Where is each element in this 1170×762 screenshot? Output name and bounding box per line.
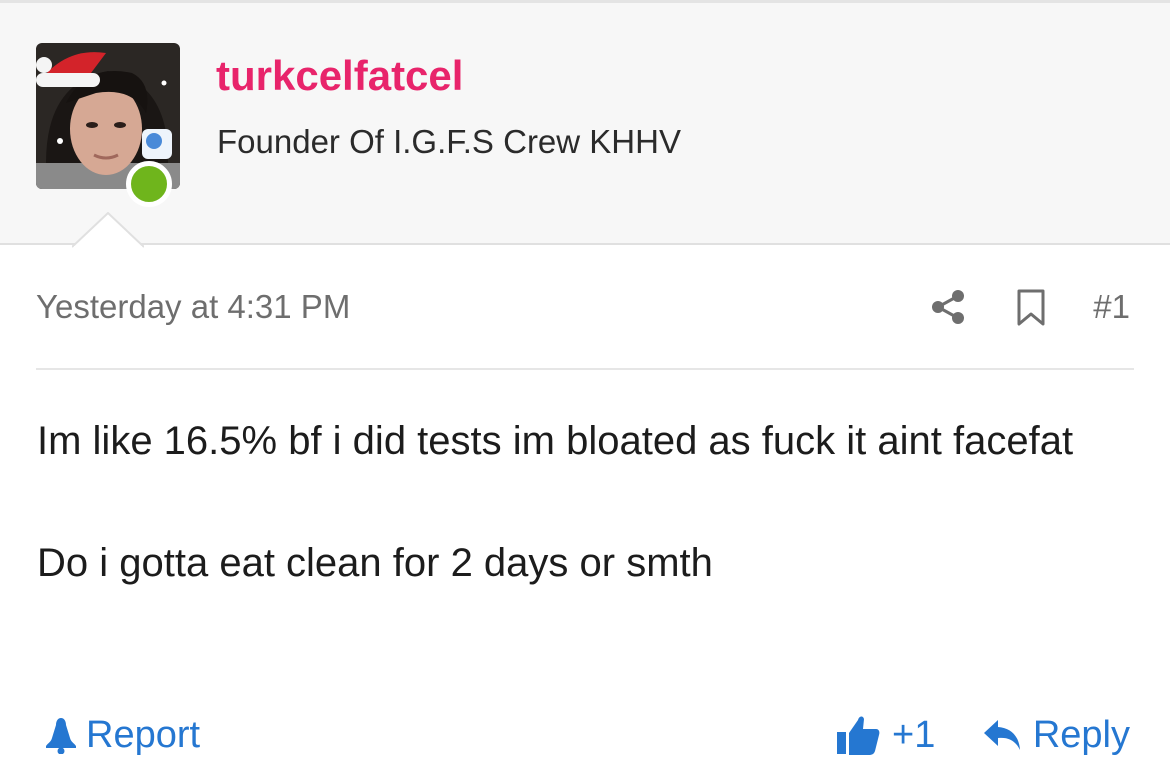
- report-label: Report: [86, 714, 201, 756]
- post-date[interactable]: Yesterday at 4:31 PM: [36, 287, 350, 327]
- share-icon[interactable]: [930, 289, 966, 325]
- post-paragraph: Im like 16.5% bf i did tests im bloated …: [37, 419, 1074, 463]
- online-status-indicator: [126, 161, 172, 207]
- post-number[interactable]: #1: [1093, 287, 1130, 327]
- report-button[interactable]: Report: [44, 712, 200, 758]
- thumbs-up-icon: [837, 716, 880, 755]
- post-paragraph: Do i gotta eat clean for 2 days or smth: [37, 541, 713, 585]
- user-header: turkcelfatcel Founder Of I.G.F.S Crew KH…: [0, 0, 1170, 245]
- warning-triangle-icon: [46, 718, 76, 754]
- reply-button[interactable]: Reply: [983, 712, 1130, 758]
- post-actions: Report +1 Reply: [36, 712, 1134, 762]
- like-button[interactable]: +1: [836, 712, 935, 758]
- post-body: Im like 16.5% bf i did tests im bloated …: [37, 411, 1127, 594]
- like-count: +1: [892, 714, 936, 756]
- divider: [36, 368, 1134, 370]
- post-meta: Yesterday at 4:31 PM #1: [36, 287, 1134, 331]
- user-title: Founder Of I.G.F.S Crew KHHV: [217, 123, 681, 160]
- bookmark-icon[interactable]: [1016, 289, 1046, 327]
- username[interactable]: turkcelfatcel: [216, 55, 463, 97]
- reply-label: Reply: [1032, 714, 1130, 756]
- reply-arrow-icon: [983, 720, 1020, 750]
- header-pointer: [72, 212, 144, 248]
- avatar-container[interactable]: [36, 43, 180, 207]
